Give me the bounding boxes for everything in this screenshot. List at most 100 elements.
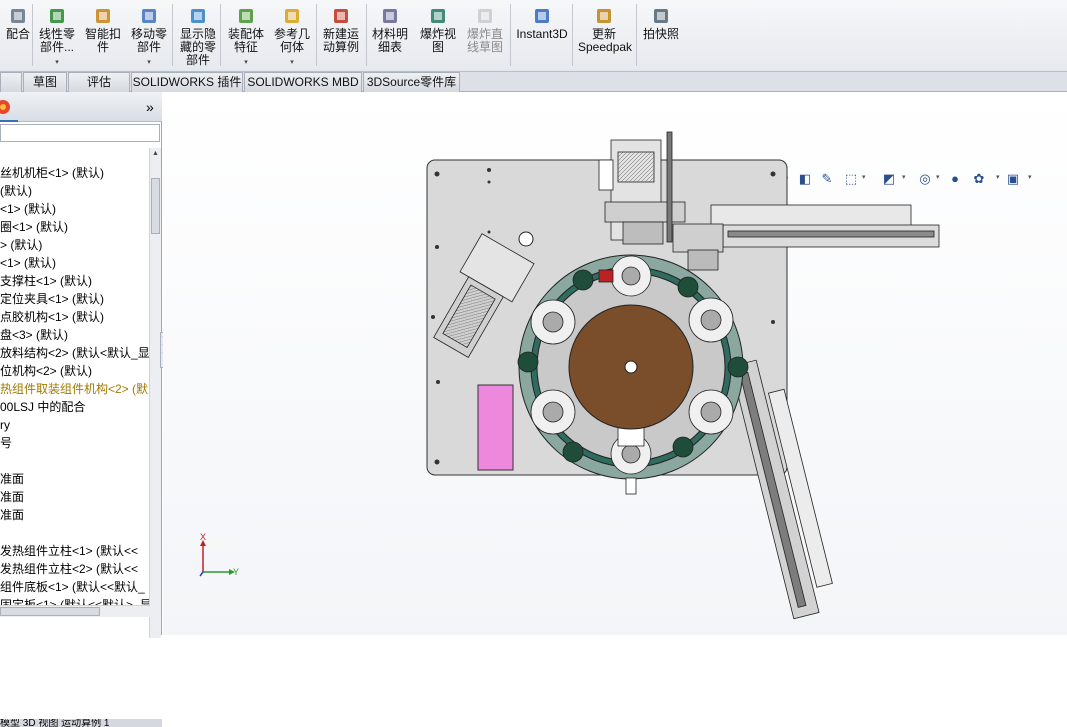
move-component-icon: [139, 6, 159, 26]
ribbon-button-label: 配合: [5, 27, 30, 41]
tree-item[interactable]: <1> (默认): [0, 254, 150, 272]
ribbon-button-label: 爆炸直 线草图: [466, 27, 503, 54]
filter-input[interactable]: [0, 124, 160, 142]
explode-line-sketch-icon: [475, 6, 495, 26]
ribbon-button-label: 装配体 特征: [227, 27, 264, 54]
panel-header: »: [0, 92, 162, 122]
hscroll-thumb[interactable]: [0, 607, 100, 616]
tree-item[interactable]: 准面: [0, 506, 150, 524]
tree-item[interactable]: 定位夹具<1> (默认): [0, 290, 150, 308]
ribbon-separator: [572, 4, 573, 66]
tree-horizontal-scrollbar[interactable]: [0, 605, 150, 617]
dropdown-arrow-icon[interactable]: ▾: [38, 56, 76, 69]
ribbon-button-label: 拍快照: [642, 27, 679, 41]
ribbon-button-label: 线性零 部件...: [38, 27, 75, 54]
assembly-features-button[interactable]: 装配体 特征 ▾: [226, 6, 266, 69]
move-component-button[interactable]: 移动零 部件 ▾: [129, 6, 169, 69]
triad-y-label: Y: [233, 567, 240, 577]
reference-geometry-button[interactable]: 参考几 何体 ▾: [273, 6, 311, 69]
feature-tree: 丝机机柜<1> (默认) (默认) <1> (默认) 圈<1> (默认) > (默认) <…: [0, 164, 150, 614]
tree-item[interactable]: [0, 524, 150, 542]
new-motion-study-button[interactable]: 新建运 动算例: [321, 6, 361, 54]
tree-item[interactable]: > (默认): [0, 236, 150, 254]
tree-item[interactable]: 发热组件立柱<1> (默认<<: [0, 542, 150, 560]
tab-solidworks-addins[interactable]: SOLIDWORKS 插件: [131, 72, 243, 92]
dropdown-arrow-icon[interactable]: ▾: [226, 56, 266, 69]
instant3d-icon: [532, 6, 552, 26]
assembly-model[interactable]: [163, 92, 1067, 635]
tab-assembly[interactable]: [0, 72, 22, 92]
tree-vertical-scrollbar[interactable]: ▲: [149, 148, 161, 638]
smart-fasteners-icon: [93, 6, 113, 26]
instant3d-button[interactable]: Instant3D: [516, 6, 568, 41]
tab-3dsource[interactable]: 3DSource零件库: [363, 72, 460, 92]
ribbon-button-label: 显示隐 藏的零 部件: [179, 27, 216, 67]
dropdown-arrow-icon[interactable]: ▾: [273, 56, 311, 69]
tree-item[interactable]: 号: [0, 434, 150, 452]
tree-item[interactable]: 点胶机构<1> (默认): [0, 308, 150, 326]
tree-item[interactable]: <1> (默认): [0, 200, 150, 218]
show-hidden-components-button[interactable]: 显示隐 藏的零 部件: [178, 6, 218, 67]
ribbon-button-label: Instant3D: [516, 27, 568, 41]
tree-item[interactable]: 准面: [0, 470, 150, 488]
ribbon-button-label: 移动零 部件: [130, 27, 167, 54]
tree-item[interactable]: 圈<1> (默认): [0, 218, 150, 236]
ribbon-separator: [366, 4, 367, 66]
tree-item[interactable]: 盘<3> (默认): [0, 326, 150, 344]
feature-manager-panel: » 丝机机柜<1> (默认) (默认) <1> (默认) 圈<1> (默认) > (默认…: [0, 92, 168, 727]
tree-item[interactable]: 00LSJ 中的配合: [0, 398, 150, 416]
ribbon-button-label: 材料明 细表: [371, 27, 408, 54]
right-linear-slide: [672, 204, 940, 271]
command-manager-ribbon: 配合 线性零 部件... ▾ 智能扣 件移动零 部件 ▾ 显示隐 藏的零 部件 装配体 特征…: [0, 0, 1067, 72]
show-hidden-components-icon: [188, 6, 208, 26]
graphics-viewport[interactable]: ⇕⊕⊗↶◧✎⬚◩◎●✿▣▾▾▾▾▾: [163, 92, 1067, 635]
linear-pattern-button[interactable]: 线性零 部件... ▾: [38, 6, 76, 69]
pink-block: [477, 384, 514, 471]
tab-evaluate[interactable]: 评估: [68, 72, 130, 92]
ribbon-button-label: 更新 Speedpak: [578, 27, 633, 54]
top-module: [598, 131, 686, 245]
ribbon-separator: [510, 4, 511, 66]
bottom-tabs[interactable]: 模型 3D 视图 运动算例 1: [0, 719, 162, 727]
ribbon-button-label: 智能扣 件: [84, 27, 121, 54]
display-manager-tab-icon[interactable]: [0, 98, 14, 116]
tree-item[interactable]: 准面: [0, 488, 150, 506]
tree-item[interactable]: ry: [0, 416, 150, 434]
mate-icon: [8, 6, 28, 26]
bill-of-materials-button[interactable]: 材料明 细表: [371, 6, 409, 54]
explode-line-sketch-button[interactable]: 爆炸直 线草图: [466, 6, 504, 54]
update-speedpak-icon: [594, 6, 614, 26]
ribbon-button-label: 新建运 动算例: [322, 27, 359, 54]
scroll-thumb[interactable]: [151, 178, 160, 234]
smart-fasteners-button[interactable]: 智能扣 件: [84, 6, 122, 54]
snapshot-button[interactable]: 拍快照: [641, 6, 681, 41]
tree-item[interactable]: 位机构<2> (默认): [0, 362, 150, 380]
bill-of-materials-icon: [380, 6, 400, 26]
scroll-up-arrow[interactable]: ▲: [152, 150, 159, 157]
assembly-features-icon: [236, 6, 256, 26]
mate-button[interactable]: 配合: [4, 6, 32, 41]
dropdown-arrow-icon[interactable]: ▾: [129, 56, 169, 69]
exploded-view-button[interactable]: 爆炸视 图: [419, 6, 457, 54]
ribbon-separator: [32, 4, 33, 66]
tab-solidworks-mbd[interactable]: SOLIDWORKS MBD: [244, 72, 362, 92]
sensor-knob: [518, 231, 534, 247]
tree-item[interactable]: 丝机机柜<1> (默认): [0, 164, 150, 182]
ribbon-button-label: 参考几 何体: [273, 27, 310, 54]
tree-item[interactable]: 支撑柱<1> (默认): [0, 272, 150, 290]
ribbon-separator: [316, 4, 317, 66]
tree-item[interactable]: 组件底板<1> (默认<<默认_: [0, 578, 150, 596]
tree-item[interactable]: [0, 452, 150, 470]
tab-sketch[interactable]: 草图: [23, 72, 67, 92]
tree-item[interactable]: 放料结构<2> (默认<默认_显: [0, 344, 150, 362]
tree-item[interactable]: 发热组件立柱<2> (默认<<: [0, 560, 150, 578]
snapshot-icon: [651, 6, 671, 26]
tab-underline: [0, 120, 18, 122]
expand-icon[interactable]: »: [146, 99, 154, 115]
linear-pattern-icon: [47, 6, 67, 26]
reference-geometry-icon: [282, 6, 302, 26]
update-speedpak-button[interactable]: 更新 Speedpak: [578, 6, 633, 54]
tree-item[interactable]: (默认): [0, 182, 150, 200]
tree-item[interactable]: 热组件取装组件机构<2> (默: [0, 380, 150, 398]
coordinate-triad: X Y: [193, 532, 243, 582]
